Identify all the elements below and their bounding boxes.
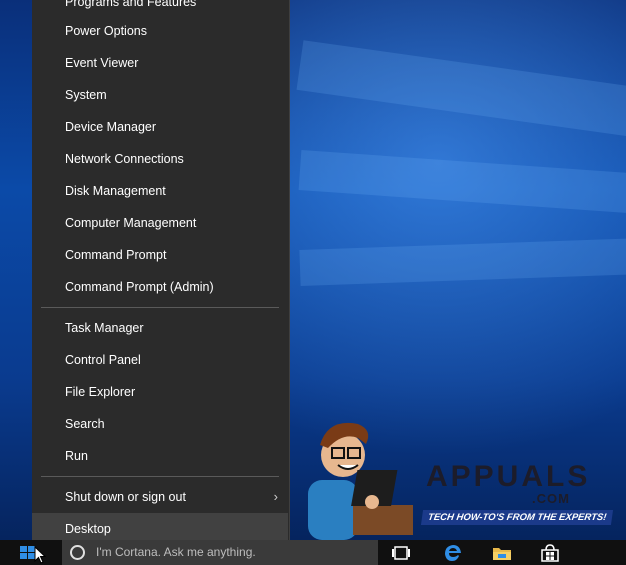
menu-item-run[interactable]: Run [32,440,290,472]
file-explorer-icon[interactable] [491,543,513,563]
menu-item-control-panel[interactable]: Control Panel [32,344,290,376]
cortana-icon [70,545,85,560]
wallpaper-light-beam [296,40,626,140]
shut-down-label: Shut down or sign out [65,490,186,504]
menu-item-power-options[interactable]: Power Options [32,15,290,47]
menu-item-system[interactable]: System [32,79,290,111]
edge-icon[interactable] [442,543,464,563]
menu-item-event-viewer[interactable]: Event Viewer [32,47,290,79]
cortana-search-box[interactable]: I'm Cortana. Ask me anything. [62,540,378,565]
wallpaper-light-beam [299,237,626,286]
watermark-tagline: TECH HOW-TO'S FROM THE EXPERTS! [420,510,614,525]
cortana-placeholder: I'm Cortana. Ask me anything. [96,545,256,559]
chevron-right-icon: › [273,489,278,504]
menu-item-search[interactable]: Search [32,408,290,440]
menu-item-disk-management[interactable]: Disk Management [32,175,290,207]
menu-item-network-connections[interactable]: Network Connections [32,143,290,175]
menu-item-computer-management[interactable]: Computer Management [32,207,290,239]
watermark-title: APPUALS [426,460,591,493]
mascot-icon [308,422,413,540]
mouse-cursor-icon [34,546,46,564]
menu-separator [41,476,279,477]
menu-item-device-manager[interactable]: Device Manager [32,111,290,143]
wallpaper-light-beam [298,150,626,216]
menu-item-command-prompt-admin[interactable]: Command Prompt (Admin) [32,271,290,303]
taskbar: I'm Cortana. Ask me anything. [0,540,626,565]
store-icon[interactable] [539,543,561,563]
menu-item-shut-down[interactable]: Shut down or sign out › [32,481,290,513]
menu-separator [41,307,279,308]
menu-item-file-explorer[interactable]: File Explorer [32,376,290,408]
power-user-menu: Programs and Features Power Options Even… [32,0,290,545]
menu-item-task-manager[interactable]: Task Manager [32,312,290,344]
menu-item-command-prompt[interactable]: Command Prompt [32,239,290,271]
watermark-domain: .COM [532,491,570,506]
task-view-icon[interactable] [390,543,412,563]
appuals-watermark: APPUALS .COM TECH HOW-TO'S FROM THE EXPE… [298,410,614,540]
